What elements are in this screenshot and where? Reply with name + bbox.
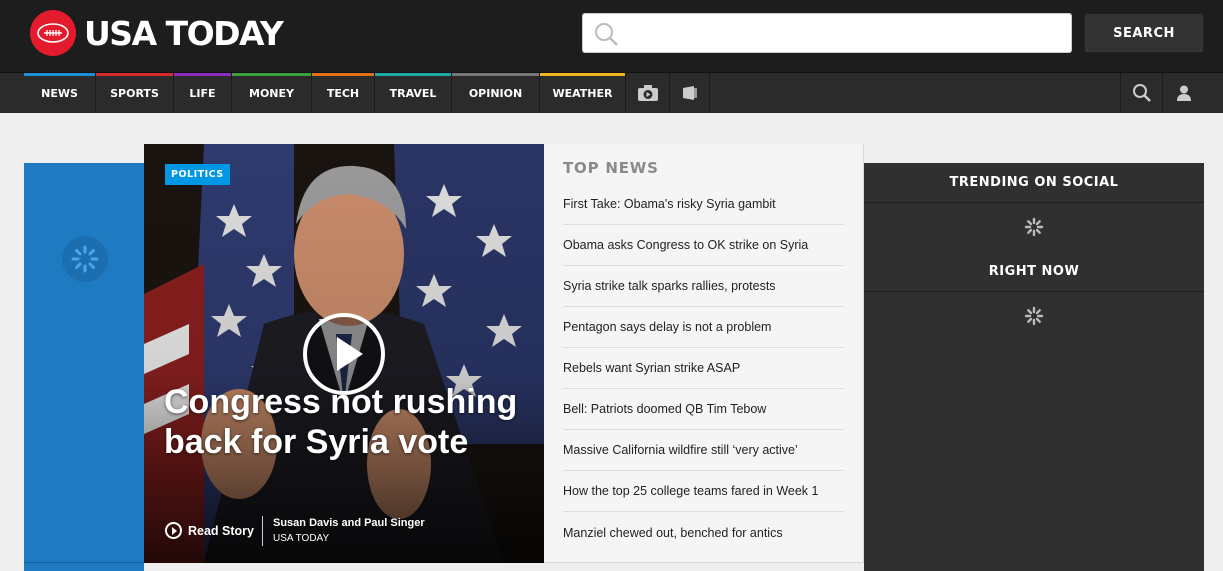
- read-story-link[interactable]: Read Story: [165, 522, 254, 539]
- top-news-list: First Take: Obama's risky Syria gambit O…: [563, 184, 844, 553]
- user-icon: [1176, 85, 1191, 101]
- byline-divider: [262, 516, 263, 546]
- hero-headline[interactable]: Congress not rushing back for Syria vote: [164, 382, 534, 462]
- video-icon: [682, 86, 697, 100]
- camera-icon: [637, 85, 658, 101]
- nav-life[interactable]: LIFE: [174, 73, 232, 113]
- logo[interactable]: USA TODAY: [30, 10, 284, 56]
- loading-spinner-icon: [62, 236, 108, 282]
- nav-life-label: LIFE: [189, 86, 216, 100]
- byline-outlet: USA TODAY: [273, 533, 330, 544]
- loading-spinner-icon: [1024, 217, 1044, 237]
- nav-opinion-label: OPINION: [468, 86, 523, 100]
- byline-authors: Susan Davis and Paul Singer: [273, 517, 425, 529]
- nav-money[interactable]: MONEY: [232, 73, 312, 113]
- left-rail: [24, 163, 144, 571]
- nav-opinion-bar: [452, 73, 539, 76]
- trending-panel: TRENDING ON SOCIAL RIGHT NOW: [864, 163, 1204, 571]
- search-icon: [595, 23, 618, 46]
- nav-life-bar: [174, 73, 231, 76]
- nav-travel-bar: [375, 73, 451, 76]
- news-link[interactable]: Obama asks Congress to OK strike on Syri…: [563, 225, 844, 266]
- nav-news-bar: [24, 73, 95, 76]
- nav-travel[interactable]: TRAVEL: [375, 73, 452, 113]
- loading-spinner-icon: [1024, 306, 1044, 326]
- nav-user[interactable]: [1162, 73, 1204, 113]
- search-icon: [1132, 84, 1151, 102]
- nav-sports-bar: [96, 73, 173, 76]
- news-link[interactable]: Syria strike talk sparks rallies, protes…: [563, 266, 844, 307]
- trending-heading: TRENDING ON SOCIAL: [864, 163, 1204, 203]
- play-icon: [337, 337, 363, 371]
- hero-story[interactable]: POLITICS Congress not rushing back for S…: [144, 144, 544, 563]
- nav-media[interactable]: [670, 73, 710, 113]
- nav-travel-label: TRAVEL: [389, 86, 437, 100]
- news-link[interactable]: Rebels want Syrian strike ASAP: [563, 348, 844, 389]
- arrow-circle-icon: [165, 522, 182, 539]
- brand-name: USA TODAY: [84, 13, 284, 53]
- nav-money-label: MONEY: [249, 86, 294, 100]
- nav-weather[interactable]: WEATHER: [540, 73, 626, 113]
- nav-photos[interactable]: [626, 73, 670, 113]
- news-link[interactable]: How the top 25 college teams fared in We…: [563, 471, 844, 512]
- nav-news-label: NEWS: [41, 86, 78, 100]
- read-story-label: Read Story: [188, 523, 254, 538]
- main-nav: NEWS SPORTS LIFE MONEY TECH TRAVEL OPINI…: [0, 72, 1223, 113]
- news-link[interactable]: Bell: Patriots doomed QB Tim Tebow: [563, 389, 844, 430]
- news-link[interactable]: Manziel chewed out, benched for antics: [563, 512, 844, 553]
- nav-weather-label: WEATHER: [552, 86, 613, 100]
- top-news-panel: TOP NEWS First Take: Obama's risky Syria…: [544, 144, 864, 563]
- nav-money-bar: [232, 73, 311, 76]
- news-link[interactable]: First Take: Obama's risky Syria gambit: [563, 184, 844, 225]
- nav-opinion[interactable]: OPINION: [452, 73, 540, 113]
- search-button[interactable]: SEARCH: [1084, 13, 1204, 53]
- site-header: USA TODAY SEARCH: [0, 0, 1223, 72]
- right-now-heading: RIGHT NOW: [864, 252, 1204, 292]
- nav-weather-bar: [540, 73, 625, 76]
- rail-divider: [24, 562, 144, 563]
- football-logo-icon: [30, 10, 76, 56]
- nav-search[interactable]: [1120, 73, 1162, 113]
- nav-sports-label: SPORTS: [110, 86, 159, 100]
- category-tag[interactable]: POLITICS: [165, 164, 230, 185]
- nav-tech-label: TECH: [326, 86, 360, 100]
- news-link[interactable]: Massive California wildfire still ‘very …: [563, 430, 844, 471]
- nav-news[interactable]: NEWS: [24, 73, 96, 113]
- byline: Susan Davis and Paul Singer USA TODAY: [273, 517, 425, 544]
- search-field[interactable]: [582, 13, 1072, 53]
- nav-tech[interactable]: TECH: [312, 73, 375, 113]
- search-input[interactable]: [625, 20, 1055, 46]
- nav-tech-bar: [312, 73, 374, 76]
- news-link[interactable]: Pentagon says delay is not a problem: [563, 307, 844, 348]
- top-news-title: TOP NEWS: [563, 159, 659, 177]
- nav-sports[interactable]: SPORTS: [96, 73, 174, 113]
